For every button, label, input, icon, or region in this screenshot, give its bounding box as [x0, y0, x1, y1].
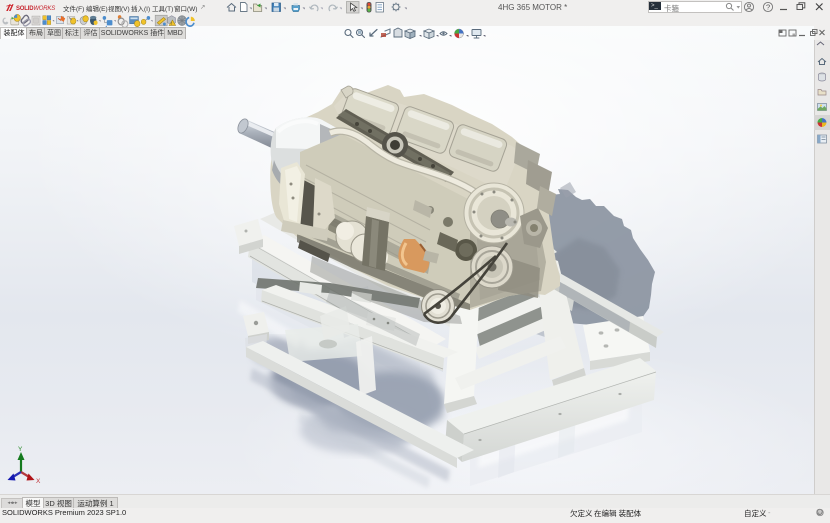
- svg-text:SOLIDWORKS: SOLIDWORKS: [16, 6, 55, 12]
- svg-text:X: X: [36, 478, 41, 485]
- svg-text:!: !: [171, 21, 172, 26]
- svg-text:?: ?: [766, 3, 770, 12]
- svg-text:Y: Y: [18, 446, 23, 453]
